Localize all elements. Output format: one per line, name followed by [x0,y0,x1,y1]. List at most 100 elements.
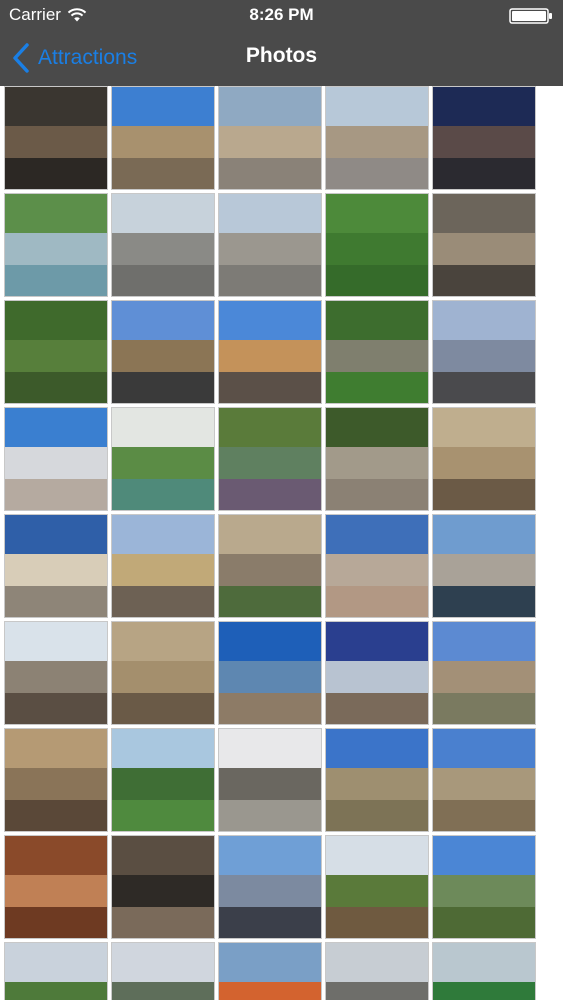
photo-thumbnail[interactable] [4,942,108,1000]
photo-thumbnail[interactable] [325,407,429,511]
photo-thumbnail-bot-tone [326,479,428,510]
photo-thumbnail-mid-tone [5,339,107,373]
photo-thumbnail-mid-tone [326,981,428,1000]
photo-thumbnail-mid-tone [433,232,535,266]
photo-thumbnail-mid-tone [5,125,107,159]
photo-thumbnail[interactable] [218,193,322,297]
photo-thumbnail-bot-tone [326,158,428,189]
photo-thumbnail-top-tone [433,87,535,126]
photo-grid [4,86,560,1000]
photo-thumbnail[interactable] [432,728,536,832]
photo-thumbnail[interactable] [218,728,322,832]
photo-thumbnail[interactable] [218,621,322,725]
photo-thumbnail-bot-tone [112,158,214,189]
photo-thumbnail[interactable] [111,407,215,511]
photo-thumbnail[interactable] [111,514,215,618]
photo-thumbnail-mid-tone [219,660,321,694]
photo-thumbnail[interactable] [4,86,108,190]
photo-thumbnail-mid-tone [326,232,428,266]
photo-thumbnail-mid-tone [112,981,214,1000]
photo-thumbnail[interactable] [432,514,536,618]
photo-thumbnail[interactable] [325,514,429,618]
photo-thumbnail-mid-tone [326,874,428,908]
photo-thumbnail-bot-tone [326,265,428,296]
photo-thumbnail-mid-tone [112,767,214,801]
photo-thumbnail[interactable] [432,942,536,1000]
photo-thumbnail[interactable] [4,621,108,725]
photo-thumbnail-mid-tone [5,553,107,587]
photo-thumbnail-mid-tone [219,339,321,373]
photo-thumbnail-top-tone [112,836,214,875]
photo-thumbnail[interactable] [325,86,429,190]
photo-thumbnail-mid-tone [112,874,214,908]
photo-thumbnail[interactable] [432,835,536,939]
photo-thumbnail[interactable] [111,728,215,832]
photo-thumbnail-mid-tone [326,767,428,801]
photo-thumbnail[interactable] [111,300,215,404]
photo-thumbnail[interactable] [432,407,536,511]
photo-thumbnail[interactable] [218,835,322,939]
photo-thumbnail-bot-tone [433,372,535,403]
photo-thumbnail-top-tone [326,836,428,875]
photo-thumbnail-top-tone [112,87,214,126]
photo-thumbnail[interactable] [4,728,108,832]
photo-thumbnail[interactable] [218,407,322,511]
photo-thumbnail[interactable] [111,193,215,297]
photo-thumbnail[interactable] [325,621,429,725]
photo-thumbnail-bot-tone [219,265,321,296]
photo-thumbnail-mid-tone [433,553,535,587]
photo-thumbnail-top-tone [112,943,214,982]
photo-thumbnail[interactable] [4,193,108,297]
photo-thumbnail[interactable] [111,86,215,190]
photo-thumbnail[interactable] [111,942,215,1000]
photo-thumbnail-mid-tone [326,446,428,480]
photo-thumbnail-bot-tone [219,158,321,189]
photo-thumbnail[interactable] [325,942,429,1000]
photo-thumbnail-top-tone [5,943,107,982]
photo-thumbnail[interactable] [111,621,215,725]
photo-thumbnail[interactable] [218,86,322,190]
photo-thumbnail-bot-tone [112,693,214,724]
photo-thumbnail-top-tone [326,515,428,554]
photo-thumbnail-bot-tone [5,693,107,724]
photo-thumbnail-mid-tone [433,767,535,801]
photo-thumbnail-mid-tone [5,874,107,908]
photo-thumbnail[interactable] [325,300,429,404]
photo-thumbnail[interactable] [325,728,429,832]
photo-thumbnail[interactable] [432,193,536,297]
photo-thumbnail-bot-tone [112,800,214,831]
photo-thumbnail[interactable] [218,300,322,404]
photo-thumbnail-mid-tone [219,874,321,908]
photo-thumbnail[interactable] [432,300,536,404]
photo-thumbnail[interactable] [432,86,536,190]
photo-thumbnail[interactable] [325,835,429,939]
photo-thumbnail-mid-tone [112,339,214,373]
photo-thumbnail-bot-tone [112,265,214,296]
photo-thumbnail-bot-tone [5,479,107,510]
photo-thumbnail[interactable] [325,193,429,297]
photo-thumbnail-top-tone [5,622,107,661]
photo-thumbnail[interactable] [111,835,215,939]
photo-thumbnail-mid-tone [5,232,107,266]
photo-thumbnail-top-tone [5,194,107,233]
page-title: Photos [245,44,318,67]
photo-thumbnail[interactable] [4,514,108,618]
photos-screen: Carrier 8:26 PM Attractions Photos [0,0,563,1000]
photo-thumbnail[interactable] [218,514,322,618]
photo-thumbnail[interactable] [432,621,536,725]
photo-thumbnail-bot-tone [433,800,535,831]
photo-thumbnail-bot-tone [5,372,107,403]
photo-thumbnail-top-tone [112,408,214,447]
photo-thumbnail-mid-tone [433,981,535,1000]
photo-thumbnail[interactable] [4,835,108,939]
photo-thumbnail-mid-tone [326,553,428,587]
photo-thumbnail-top-tone [219,622,321,661]
photo-thumbnail-mid-tone [219,232,321,266]
photo-thumbnail[interactable] [4,300,108,404]
photo-thumbnail-top-tone [219,301,321,340]
photo-thumbnail[interactable] [4,407,108,511]
photo-thumbnail[interactable] [218,942,322,1000]
photo-thumbnail-mid-tone [219,767,321,801]
photo-thumbnail-mid-tone [326,660,428,694]
photo-thumbnail-mid-tone [219,446,321,480]
